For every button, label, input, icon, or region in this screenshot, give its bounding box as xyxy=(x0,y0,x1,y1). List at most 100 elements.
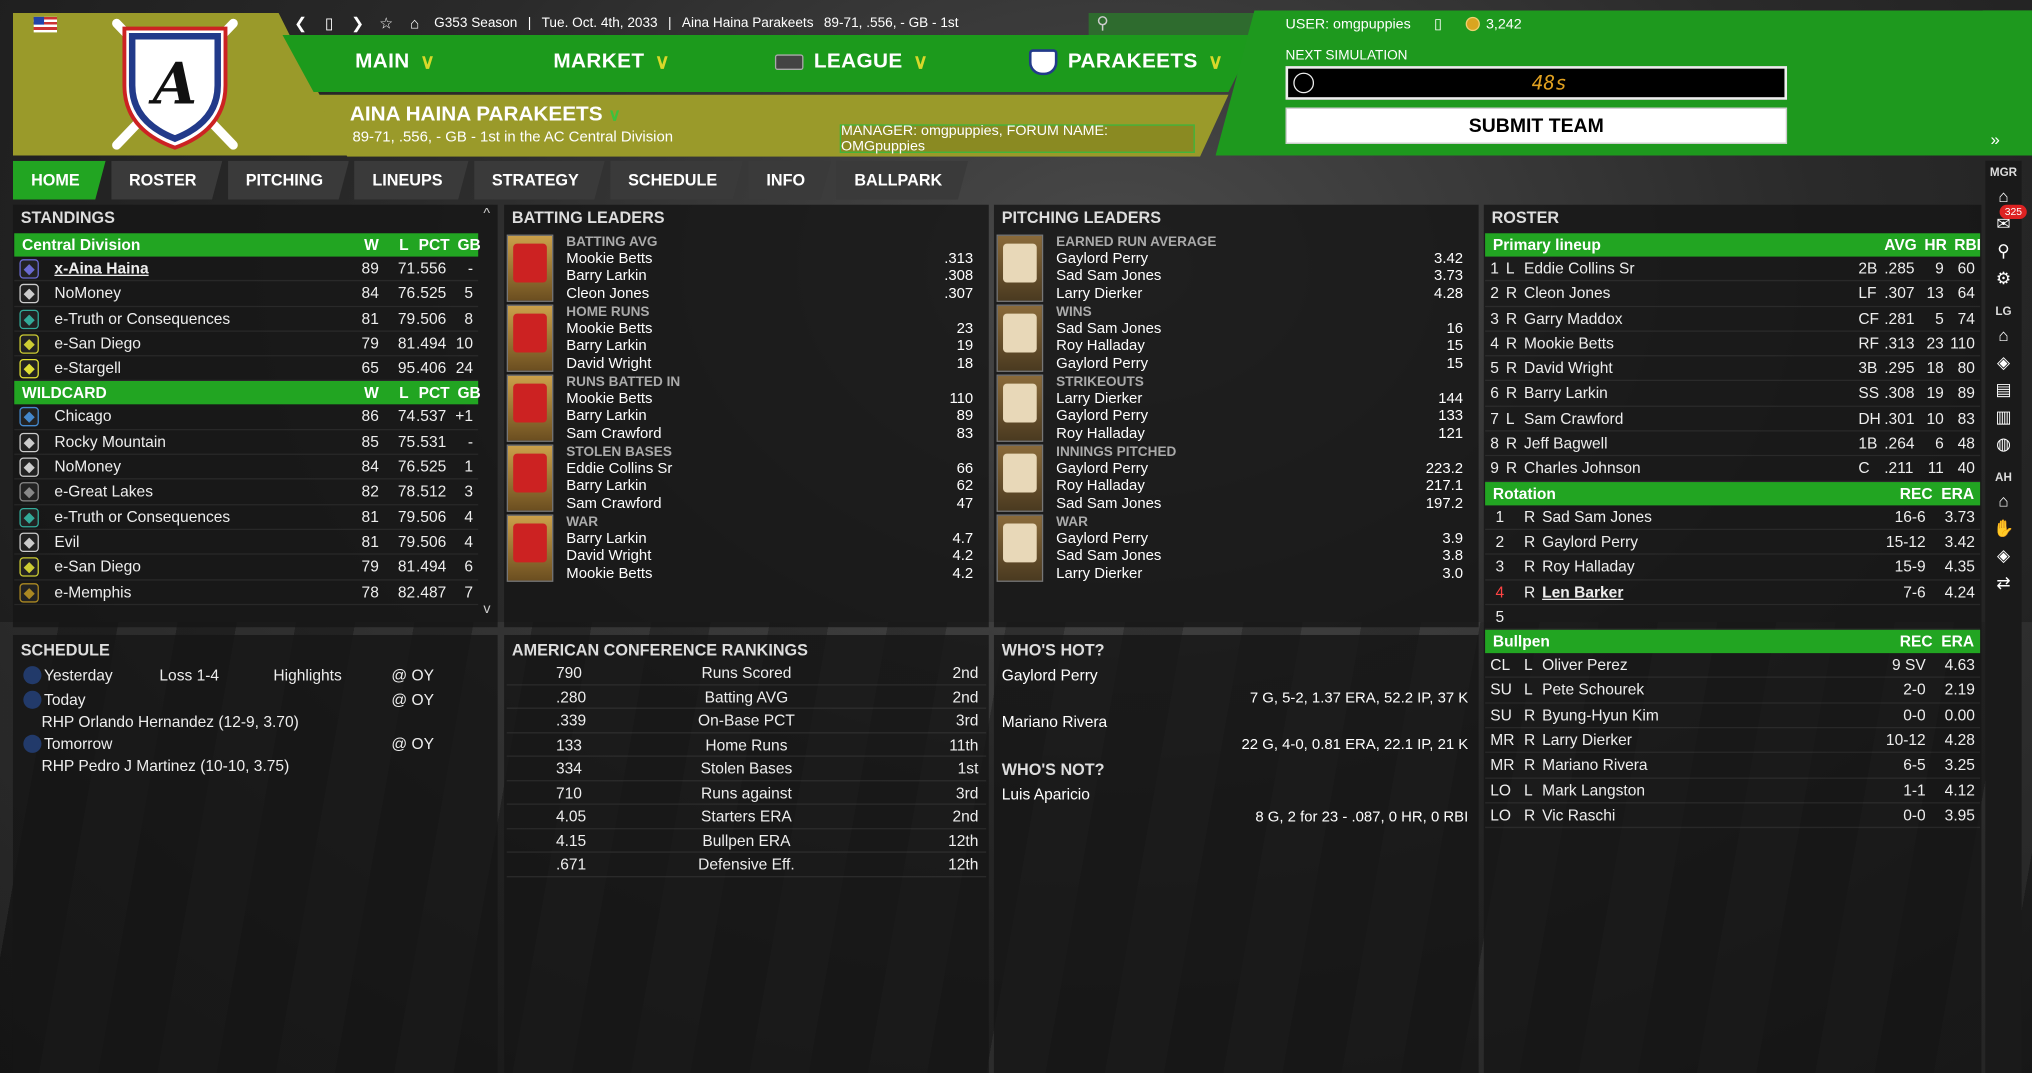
glove-icon[interactable]: ✋ xyxy=(1993,519,2014,538)
leader-row[interactable]: Roy Halladay 121 xyxy=(1056,426,1463,443)
hot-player-name[interactable]: Gaylord Perry xyxy=(994,664,1479,687)
bullpen-row[interactable]: SU L Pete Schourek 2-0 2.19 xyxy=(1485,678,1981,704)
home-icon[interactable]: ⌂ xyxy=(1998,326,2008,345)
leader-row[interactable]: Barry Larkin 89 xyxy=(566,408,973,425)
leader-name[interactable]: Gaylord Perry xyxy=(1056,251,1148,267)
bullpen-row[interactable]: LO R Vic Raschi 0-0 3.95 xyxy=(1485,803,1981,829)
leader-row[interactable]: Sam Crawford 47 xyxy=(566,496,973,513)
bullpen-row[interactable]: MR R Larry Dierker 10-12 4.28 xyxy=(1485,728,1981,754)
team-name[interactable]: e-San Diego xyxy=(54,332,140,357)
leader-row[interactable]: Sad Sam Jones 3.73 xyxy=(1056,268,1463,285)
leader-name[interactable]: Sad Sam Jones xyxy=(1056,268,1161,284)
leader-name[interactable]: Eddie Collins Sr xyxy=(566,461,672,477)
location-icon[interactable]: ◈ xyxy=(1997,546,2010,565)
lineup-row[interactable]: 5 R David Wright 3B .295 18 80 xyxy=(1485,357,1981,382)
leader-row[interactable]: David Wright 18 xyxy=(566,356,973,373)
leader-name[interactable]: Gaylord Perry xyxy=(1056,356,1148,372)
tab-home[interactable]: HOME xyxy=(13,161,106,200)
lineup-row[interactable]: 4 R Mookie Betts RF .313 23 110 xyxy=(1485,332,1981,357)
team-name[interactable]: NoMoney xyxy=(54,455,121,480)
team-name[interactable]: e-Truth or Consequences xyxy=(54,307,230,332)
not-player-name[interactable]: Luis Aparicio xyxy=(994,783,1479,806)
leader-row[interactable]: Sad Sam Jones 16 xyxy=(1056,321,1463,338)
leader-row[interactable]: Barry Larkin 19 xyxy=(566,338,973,355)
rotation-row[interactable]: 4 R Len Barker 7-6 4.24 xyxy=(1485,580,1981,606)
leader-name[interactable]: Roy Halladay xyxy=(1056,426,1145,442)
team-name[interactable]: Chicago xyxy=(54,405,111,430)
search-input[interactable] xyxy=(1088,12,1268,37)
player-name[interactable]: Byung-Hyun Kim xyxy=(1542,703,1659,728)
leader-row[interactable]: Larry Dierker 144 xyxy=(1056,391,1463,408)
phone-icon[interactable]: ▯ xyxy=(320,14,338,32)
transfer-icon[interactable]: ⇄ xyxy=(1996,573,2010,592)
rotation-row[interactable]: 3 R Roy Halladay 15-9 4.35 xyxy=(1485,555,1981,580)
rotation-row[interactable]: 2 R Gaylord Perry 15-12 3.42 xyxy=(1485,530,1981,555)
bullpen-row[interactable]: CL L Oliver Perez 9 SV 4.63 xyxy=(1485,653,1981,679)
leader-name[interactable]: Roy Halladay xyxy=(1056,338,1145,354)
leader-name[interactable]: Gaylord Perry xyxy=(1056,408,1148,424)
tab-ballpark[interactable]: BALLPARK xyxy=(836,161,968,200)
standings-row[interactable]: ◆ e-San Diego 79 81.494 6 xyxy=(14,555,479,580)
team-name[interactable]: e-Stargell xyxy=(54,357,121,382)
leader-row[interactable]: Barry Larkin .308 xyxy=(566,268,973,285)
bullpen-row[interactable]: LO L Mark Langston 1-1 4.12 xyxy=(1485,778,1981,804)
leader-name[interactable]: Barry Larkin xyxy=(566,408,646,424)
player-name[interactable]: Roy Halladay xyxy=(1542,555,1634,580)
bar-chart-icon[interactable]: ▥ xyxy=(1995,408,2011,426)
team-name[interactable]: e-San Diego xyxy=(54,555,140,580)
nav-market[interactable]: MARKET ∨ xyxy=(553,49,670,75)
rotation-row[interactable]: 5 xyxy=(1485,605,1981,631)
leader-name[interactable]: Larry Dierker xyxy=(1056,286,1142,302)
player-card-icon[interactable] xyxy=(996,514,1044,582)
nav-parakeets[interactable]: PARAKEETS ∨ xyxy=(1028,49,1224,76)
player-card-icon[interactable] xyxy=(506,444,554,512)
leader-row[interactable]: Sad Sam Jones 3.8 xyxy=(1056,548,1463,565)
tab-schedule[interactable]: SCHEDULE xyxy=(610,161,743,200)
player-card-icon[interactable] xyxy=(996,374,1044,442)
scroll-down-icon[interactable]: v xyxy=(483,601,490,617)
leader-name[interactable]: Gaylord Perry xyxy=(1056,461,1148,477)
player-name[interactable]: Vic Raschi xyxy=(1542,803,1615,828)
player-name[interactable]: Charles Johnson xyxy=(1524,457,1641,482)
player-card-icon[interactable] xyxy=(996,444,1044,512)
search-icon[interactable]: ⚲ xyxy=(1997,242,2009,260)
leader-row[interactable]: Gaylord Perry 15 xyxy=(1056,356,1463,373)
standings-row[interactable]: ◆ e-Truth or Consequences 81 79.506 4 xyxy=(14,505,479,530)
leader-name[interactable]: David Wright xyxy=(566,356,651,372)
forward-icon[interactable]: ❯ xyxy=(349,14,367,32)
leader-row[interactable]: Mookie Betts .313 xyxy=(566,251,973,268)
bullpen-row[interactable]: MR R Mariano Rivera 6-5 3.25 xyxy=(1485,753,1981,779)
gear-icon[interactable]: ⚙ xyxy=(1996,269,2011,288)
baseball-icon[interactable]: ◍ xyxy=(1996,435,2011,453)
hot-player-name[interactable]: Mariano Rivera xyxy=(994,710,1479,733)
standings-row[interactable]: ◆ x-Aina Haina 89 71.556 - xyxy=(14,257,479,282)
home-icon[interactable]: ⌂ xyxy=(1998,492,2008,510)
expand-icon[interactable]: » xyxy=(1991,130,2000,149)
leader-row[interactable]: Sad Sam Jones 197.2 xyxy=(1056,496,1463,513)
leader-name[interactable]: Mookie Betts xyxy=(566,321,652,337)
leader-row[interactable]: Eddie Collins Sr 66 xyxy=(566,461,973,478)
leader-name[interactable]: Gaylord Perry xyxy=(1056,531,1148,547)
leader-row[interactable]: Gaylord Perry 3.42 xyxy=(1056,251,1463,268)
standings-row[interactable]: ◆ NoMoney 84 76.525 5 xyxy=(14,282,479,307)
lineup-row[interactable]: 6 R Barry Larkin SS .308 19 89 xyxy=(1485,382,1981,407)
player-name[interactable]: Garry Maddox xyxy=(1524,307,1623,332)
leader-name[interactable]: Sad Sam Jones xyxy=(1056,548,1161,564)
player-name[interactable]: Barry Larkin xyxy=(1524,382,1608,407)
standings-row[interactable]: ◆ Rocky Mountain 85 75.531 - xyxy=(14,430,479,455)
leader-name[interactable]: Larry Dierker xyxy=(1056,566,1142,582)
leader-row[interactable]: Roy Halladay 15 xyxy=(1056,338,1463,355)
team-name[interactable]: e-Truth or Consequences xyxy=(54,505,230,530)
leader-name[interactable]: Sad Sam Jones xyxy=(1056,496,1161,512)
tab-roster[interactable]: ROSTER xyxy=(111,161,223,200)
leader-row[interactable]: Mookie Betts 110 xyxy=(566,391,973,408)
highlights-link[interactable]: Highlights xyxy=(273,666,341,684)
player-name[interactable]: Oliver Perez xyxy=(1542,653,1628,678)
team-name[interactable]: e-Memphis xyxy=(54,580,131,605)
lineup-row[interactable]: 3 R Garry Maddox CF .281 5 74 xyxy=(1485,307,1981,332)
standings-row[interactable]: ◆ e-Truth or Consequences 81 79.506 8 xyxy=(14,307,479,332)
leader-name[interactable]: Barry Larkin xyxy=(566,268,646,284)
lineup-row[interactable]: 8 R Jeff Bagwell 1B .264 6 48 xyxy=(1485,432,1981,457)
player-name[interactable]: Sad Sam Jones xyxy=(1542,505,1652,530)
team-logo[interactable]: A xyxy=(104,18,247,153)
